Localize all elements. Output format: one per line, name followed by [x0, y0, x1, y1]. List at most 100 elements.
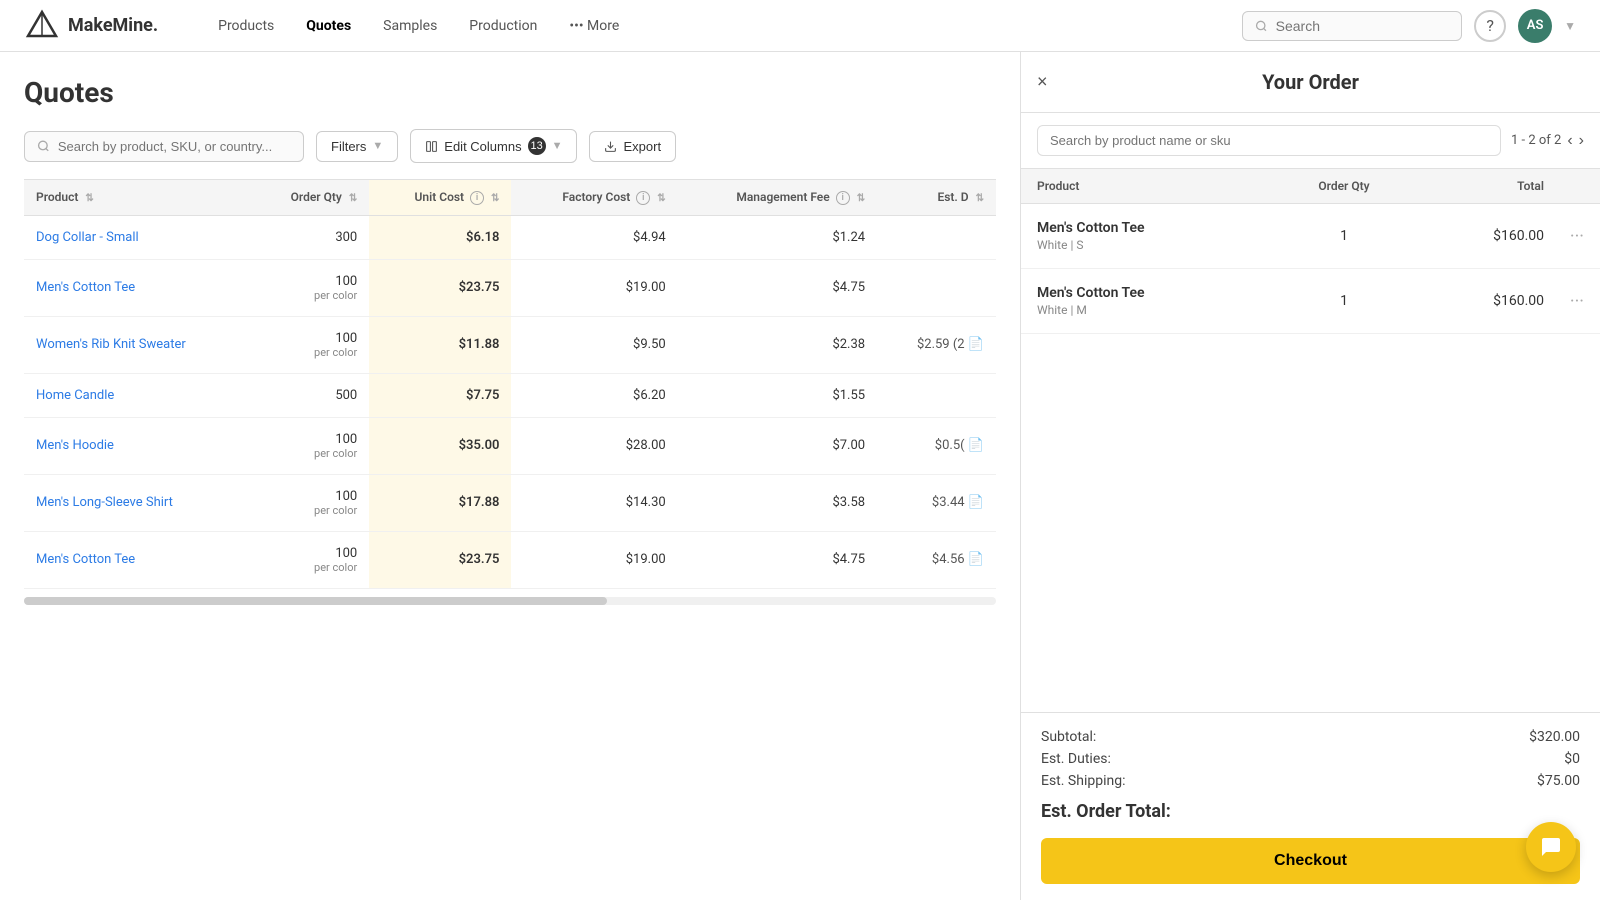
duties-label: Est. Duties: [1041, 751, 1111, 767]
nav-search[interactable] [1242, 11, 1462, 41]
next-page-button[interactable]: › [1579, 132, 1584, 150]
columns-badge: 13 [528, 137, 546, 155]
col-order-qty[interactable]: Order Qty ⇅ [251, 180, 369, 216]
mgmt-fee-cell: $4.75 [678, 259, 877, 316]
toolbar: Filters ▼ Edit Columns 13 ▼ Export [24, 129, 996, 163]
item-total: $160.00 [1404, 228, 1544, 244]
qty-cell: 100 per color [251, 531, 369, 588]
table-row: Men's Hoodie 100 per color $35.00 $28.00… [24, 417, 996, 474]
logo[interactable]: MakeMine. [24, 8, 158, 44]
order-table-header: Product Order Qty Total [1021, 169, 1600, 204]
item-variant: White | M [1037, 303, 1284, 317]
nav-production[interactable]: Production [457, 12, 549, 40]
shipping-value: $75.00 [1537, 773, 1580, 789]
mgmt-fee-cell: $1.24 [678, 215, 877, 259]
prev-page-button[interactable]: ‹ [1567, 132, 1572, 150]
product-link[interactable]: Home Candle [36, 388, 114, 403]
total-label: Est. Order Total: [1041, 801, 1171, 822]
mgmt-fee-info-icon[interactable]: i [836, 191, 850, 205]
order-col-total: Total [1404, 179, 1544, 193]
search-bar[interactable] [24, 131, 304, 162]
item-more-button[interactable]: ··· [1544, 291, 1584, 312]
nav-links: Products Quotes Samples Production ••• M… [206, 12, 631, 40]
product-link[interactable]: Dog Collar - Small [36, 230, 139, 245]
export-icon [604, 140, 617, 153]
avatar[interactable]: AS [1518, 9, 1552, 43]
horizontal-scrollbar[interactable] [24, 597, 996, 605]
est-d-cell [877, 215, 996, 259]
unit-cost-cell: $23.75 [369, 259, 511, 316]
est-d-cell: $0.5( 📄 [877, 417, 996, 474]
order-panel: × Your Order 1 - 2 of 2 ‹ › Product Orde… [1020, 52, 1600, 900]
search-icon [1255, 19, 1268, 33]
nav-more[interactable]: ••• More [557, 12, 631, 40]
product-link[interactable]: Men's Cotton Tee [36, 280, 135, 295]
nav-search-input[interactable] [1276, 18, 1449, 34]
checkout-button[interactable]: Checkout [1041, 838, 1580, 884]
product-cell: Men's Cotton Tee [24, 531, 251, 588]
filters-button[interactable]: Filters ▼ [316, 131, 398, 162]
unit-cost-cell: $6.18 [369, 215, 511, 259]
subtotal-value: $320.00 [1529, 729, 1580, 745]
product-cell: Men's Cotton Tee [24, 259, 251, 316]
est-d-cell [877, 373, 996, 417]
main-container: Quotes Filters ▼ Edit Columns 13 ▼ Expor… [0, 52, 1600, 900]
doc-icon[interactable]: 📄 [968, 438, 984, 453]
nav-quotes[interactable]: Quotes [294, 12, 363, 40]
help-icon[interactable]: ? [1474, 10, 1506, 42]
filters-chevron: ▼ [372, 140, 383, 152]
table-row: Home Candle 500 $7.75 $6.20 $1.55 [24, 373, 996, 417]
doc-icon[interactable]: 📄 [968, 495, 984, 510]
product-link[interactable]: Men's Cotton Tee [36, 552, 135, 567]
close-order-button[interactable]: × [1037, 72, 1048, 93]
item-qty: 1 [1284, 293, 1404, 309]
item-more-button[interactable]: ··· [1544, 226, 1584, 247]
item-variant: White | S [1037, 238, 1284, 252]
product-cell: Women's Rib Knit Sweater [24, 316, 251, 373]
mgmt-fee-cell: $7.00 [678, 417, 877, 474]
unit-cost-cell: $35.00 [369, 417, 511, 474]
doc-icon[interactable]: 📄 [968, 552, 984, 567]
col-est-d[interactable]: Est. D ⇅ [877, 180, 996, 216]
col-unit-cost[interactable]: Unit Cost i ⇅ [369, 180, 511, 216]
est-d-cell: $3.44 📄 [877, 474, 996, 531]
subtotal-row: Subtotal: $320.00 [1041, 729, 1580, 745]
order-search-input[interactable] [1037, 125, 1501, 156]
col-factory-cost[interactable]: Factory Cost i ⇅ [511, 180, 677, 216]
product-link[interactable]: Men's Long-Sleeve Shirt [36, 495, 173, 510]
mgmt-fee-cell: $1.55 [678, 373, 877, 417]
order-search-bar: 1 - 2 of 2 ‹ › [1021, 113, 1600, 169]
doc-icon[interactable]: 📄 [968, 337, 984, 352]
table-row: Women's Rib Knit Sweater 100 per color $… [24, 316, 996, 373]
factory-cost-info-icon[interactable]: i [636, 191, 650, 205]
product-link[interactable]: Women's Rib Knit Sweater [36, 337, 186, 352]
product-cell: Home Candle [24, 373, 251, 417]
nav-samples[interactable]: Samples [371, 12, 449, 40]
col-management-fee[interactable]: Management Fee i ⇅ [678, 180, 877, 216]
product-cell: Dog Collar - Small [24, 215, 251, 259]
mgmt-fee-cell: $2.38 [678, 316, 877, 373]
quotes-panel: Quotes Filters ▼ Edit Columns 13 ▼ Expor… [0, 52, 1020, 900]
nav-right: ? AS ▼ [1242, 9, 1576, 43]
quotes-table-wrapper: Product ⇅ Order Qty ⇅ Unit Cost i ⇅ Fact… [24, 179, 996, 605]
subtotal-label: Subtotal: [1041, 729, 1096, 745]
nav-products[interactable]: Products [206, 12, 286, 40]
order-col-qty: Order Qty [1284, 179, 1404, 193]
unit-cost-info-icon[interactable]: i [470, 191, 484, 205]
item-details: Men's Cotton Tee White | S [1037, 220, 1284, 252]
unit-cost-cell: $7.75 [369, 373, 511, 417]
shipping-label: Est. Shipping: [1041, 773, 1125, 789]
chat-bubble[interactable] [1526, 822, 1576, 872]
top-navigation: MakeMine. Products Quotes Samples Produc… [0, 0, 1600, 52]
product-cell: Men's Hoodie [24, 417, 251, 474]
col-product[interactable]: Product ⇅ [24, 180, 251, 216]
export-button[interactable]: Export [589, 131, 676, 162]
order-item: Men's Cotton Tee White | M 1 $160.00 ··· [1021, 269, 1600, 334]
table-search-input[interactable] [58, 139, 291, 154]
avatar-chevron[interactable]: ▼ [1564, 19, 1576, 33]
edit-columns-button[interactable]: Edit Columns 13 ▼ [410, 129, 577, 163]
factory-cost-cell: $4.94 [511, 215, 677, 259]
table-row: Men's Long-Sleeve Shirt 100 per color $1… [24, 474, 996, 531]
product-link[interactable]: Men's Hoodie [36, 438, 114, 453]
qty-cell: 100 per color [251, 259, 369, 316]
